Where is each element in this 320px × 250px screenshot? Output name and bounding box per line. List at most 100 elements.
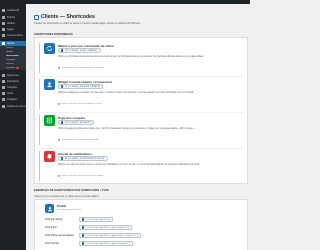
page-icon <box>1 28 5 31</box>
page-title: Clients — Shortcodes <box>41 14 95 20</box>
copy-icon <box>82 218 85 221</box>
form-type-title: Profils <box>57 204 67 208</box>
copy-icon <box>61 157 64 160</box>
example-code: [cl-client_profile type="edit" form="1"] <box>85 234 138 237</box>
example-code: [cl-client_profile type="public"] <box>85 226 129 229</box>
sidebar-item-posts[interactable]: Articles <box>0 15 26 20</box>
example-label: Profil public <box>45 226 57 229</box>
sidebar-item-pages[interactable]: Pages <box>0 27 26 32</box>
card-description: Affiche la page complète de compte clien… <box>58 128 195 130</box>
settings-icon <box>1 98 5 101</box>
copy-icon <box>82 242 85 245</box>
shortcode-card: Cloche de notifications [cl-client_notif… <box>39 151 245 181</box>
media-icon <box>1 22 5 25</box>
example-code: [cl-client_profile type="minimal"] <box>85 242 131 245</box>
info-icon <box>58 67 60 69</box>
shortcode-card: Page des comptes [cl-client_account] Aff… <box>39 115 245 145</box>
card-description: Affiche une icône de cloche avec le nomb… <box>58 164 200 166</box>
shortcode-copy-button[interactable]: [cl-client_order-update] <box>58 48 101 53</box>
copy-icon <box>82 234 85 237</box>
sidebar-collapse-menu[interactable]: Réduire le menu <box>0 104 26 109</box>
card-note: Copier, puis coller dans l'en-tête ou un… <box>58 175 103 177</box>
collapse-icon <box>1 105 5 108</box>
card-description: Affiche un formulaire permettant au clie… <box>58 56 204 58</box>
sidebar-item-media[interactable]: Médias <box>0 21 26 26</box>
copy-icon <box>61 85 64 88</box>
shortcode-text: [cl-client_notification-bell] <box>64 157 105 160</box>
example-copy-button[interactable]: [cl-client_profile] <box>79 217 114 222</box>
card-note-text: Copier, puis coller dans l'en-tête ou un… <box>61 175 104 177</box>
example-row: Profil (édition personnalisée) [cl-clien… <box>45 233 245 238</box>
user-avatar-icon <box>44 79 55 90</box>
dashboard-icon <box>1 9 5 12</box>
example-label: Profil (édition personnalisée) <box>45 234 75 237</box>
shortcode-text: [cl-client_order-update] <box>64 49 98 52</box>
examples-panel: Profils Formulaire de profil client Prof… <box>34 199 248 250</box>
info-icon <box>58 103 60 105</box>
card-title: Mettre à jour une commande de client <box>58 43 114 48</box>
sidebar-item-appearance[interactable]: Apparence <box>0 73 26 78</box>
card-title: Page des comptes <box>58 115 86 120</box>
shortcode-copy-button[interactable]: [cl-client_account-widget] <box>58 84 104 89</box>
copy-icon <box>61 121 64 124</box>
example-copy-button[interactable]: [cl-client_profile type="minimal"] <box>79 241 134 246</box>
shortcode-text: [cl-client_account] <box>64 121 91 124</box>
form-type-subtitle: Formulaire de profil client <box>57 208 82 211</box>
examples-intro: Cliquez sur un exemple pour le copier da… <box>34 194 100 198</box>
example-row: Profil minimal [cl-client_profile type="… <box>45 241 245 246</box>
bell-icon <box>44 151 55 162</box>
pin-icon <box>1 16 5 19</box>
page-header: Clients — Shortcodes <box>34 14 95 20</box>
refresh-order-icon <box>44 43 55 54</box>
example-label: Profil minimal <box>45 242 59 245</box>
divider <box>39 148 245 149</box>
shortcode-text: [cl-client_account-widget] <box>64 85 101 88</box>
sidebar-item-dashboard[interactable]: Dashboard <box>0 8 26 13</box>
shortcode-copy-button[interactable]: [cl-client_account] <box>58 120 94 125</box>
sidebar-item-users[interactable]: Comptes <box>0 85 26 90</box>
shortcodes-panel: Mettre à jour une commande de client [cl… <box>34 37 248 184</box>
copy-icon <box>82 226 85 229</box>
admin-sidebar: Dashboard Articles Médias Pages Commenta… <box>0 4 26 250</box>
card-note: Copier, puis coller dans une page ou un … <box>58 67 104 69</box>
account-page-icon <box>44 115 55 126</box>
user-icon <box>1 86 5 89</box>
divider <box>39 76 245 77</box>
card-note: Copier, puis coller dans une page dédiée… <box>58 139 99 141</box>
plugin-icon <box>1 80 5 83</box>
users-icon <box>1 42 5 45</box>
card-title: Widget Compte (Avatar / Connexion) <box>58 79 112 84</box>
example-label: Profil (par défaut) <box>45 218 63 221</box>
section-available-heading: Shortcodes disponibles <box>34 33 73 36</box>
sidebar-item-comments[interactable]: Commentaires <box>0 33 26 38</box>
comment-icon <box>1 34 5 37</box>
upgrade-label: Upgrade <box>6 66 15 69</box>
sidebar-item-tools[interactable]: Outils <box>0 91 26 96</box>
card-note-text: Copier, puis coller dans une page ou un … <box>61 67 105 69</box>
brush-icon <box>1 74 5 77</box>
example-copy-button[interactable]: [cl-client_profile type="edit" form="1"] <box>79 233 141 238</box>
section-examples-heading: Exemples de shortcodes par formulaire / … <box>34 189 109 192</box>
sidebar-item-plugins[interactable]: Extensions <box>0 79 26 84</box>
main-content: Clients — Shortcodes Copiez un shortcode… <box>26 4 250 250</box>
example-row: Profil (par défaut) [cl-client_profile] <box>45 217 245 222</box>
sidebar-sub-upgrade[interactable]: Upgrade 1 <box>0 66 26 70</box>
copy-icon <box>61 49 64 52</box>
divider <box>39 112 245 113</box>
page-description: Copiez un shortcode et collez-le dans n'… <box>34 22 141 25</box>
tools-icon <box>1 92 5 95</box>
card-note-text: Copier, puis coller dans une page dédiée… <box>61 139 100 141</box>
example-copy-button[interactable]: [cl-client_profile type="public"] <box>79 225 132 230</box>
card-note-text: Copier, puis coller dans un widget ou un… <box>61 103 103 105</box>
sidebar-item-settings[interactable]: Réglages <box>0 97 26 102</box>
shortcode-card: Widget Compte (Avatar / Connexion) [cl-c… <box>39 79 245 109</box>
update-count-badge: 1 <box>15 66 19 70</box>
info-icon <box>58 175 60 177</box>
info-icon <box>58 139 60 141</box>
shortcode-copy-button[interactable]: [cl-client_notification-bell] <box>58 156 108 161</box>
example-row: Profil public [cl-client_profile type="p… <box>45 225 245 230</box>
shortcode-card: Mettre à jour une commande de client [cl… <box>39 43 245 73</box>
card-note: Copier, puis coller dans un widget ou un… <box>58 103 103 105</box>
card-title: Cloche de notifications <box>58 151 93 156</box>
card-description: Affiche le widget de connexion / compte … <box>58 92 195 94</box>
